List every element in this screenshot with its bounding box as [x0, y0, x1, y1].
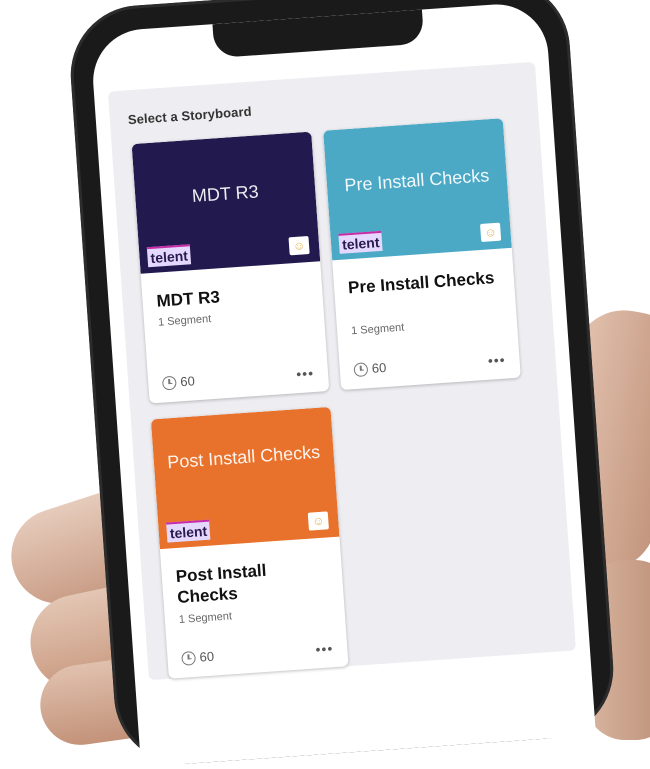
- phone-screen: Select a Storyboard MDT R3 telent ☺ MDT …: [89, 0, 596, 767]
- more-options-icon[interactable]: •••: [296, 365, 315, 382]
- telent-logo: telent: [338, 230, 383, 254]
- duration-value: 60: [371, 359, 387, 376]
- telent-logo: telent: [146, 244, 192, 268]
- card-thumbnail: MDT R3 telent ☺: [131, 131, 321, 274]
- phone-frame: Select a Storyboard MDT R3 telent ☺ MDT …: [66, 0, 618, 769]
- card-thumbnail: Post Install Checks telent ☺: [150, 406, 340, 550]
- card-thumbnail: Pre Install Checks telent ☺: [323, 118, 512, 261]
- thumbnail-title: MDT R3: [191, 181, 260, 207]
- page-title: Select a Storyboard: [127, 103, 253, 128]
- clock-icon: [161, 375, 177, 391]
- card-title: MDT R3: [155, 287, 221, 311]
- duration: 60: [161, 373, 196, 391]
- thumbnail-title: Post Install Checks: [166, 441, 321, 473]
- card-title: Pre Install Checks: [347, 268, 495, 298]
- storyboard-card[interactable]: MDT R3 telent ☺ MDT R3 1 Segment 60 •••: [131, 131, 330, 404]
- telent-logo: telent: [166, 519, 211, 543]
- clock-icon: [181, 650, 197, 666]
- storyboard-card[interactable]: Pre Install Checks telent ☺ Pre Install …: [323, 118, 521, 391]
- storyboard-card[interactable]: Post Install Checks telent ☺ Post Instal…: [150, 406, 349, 679]
- clock-icon: [353, 361, 369, 377]
- card-title: Post Install Checks: [175, 560, 267, 608]
- more-options-icon[interactable]: •••: [487, 352, 506, 369]
- storyboard-panel: Select a Storyboard MDT R3 telent ☺ MDT …: [107, 61, 576, 681]
- segment-count: 1 Segment: [350, 321, 405, 338]
- duration-value: 60: [179, 373, 196, 390]
- duration-value: 60: [199, 648, 215, 665]
- thumbnail-title: Pre Install Checks: [343, 165, 490, 196]
- phone-notch: [212, 9, 425, 59]
- more-options-icon[interactable]: •••: [315, 640, 334, 657]
- duration: 60: [353, 359, 387, 377]
- segment-count: 1 Segment: [157, 313, 212, 329]
- share-icon: ☺: [288, 236, 310, 256]
- share-icon: ☺: [307, 511, 329, 531]
- segment-count: 1 Segment: [178, 610, 233, 626]
- duration: 60: [181, 649, 214, 666]
- share-icon: ☺: [480, 222, 502, 242]
